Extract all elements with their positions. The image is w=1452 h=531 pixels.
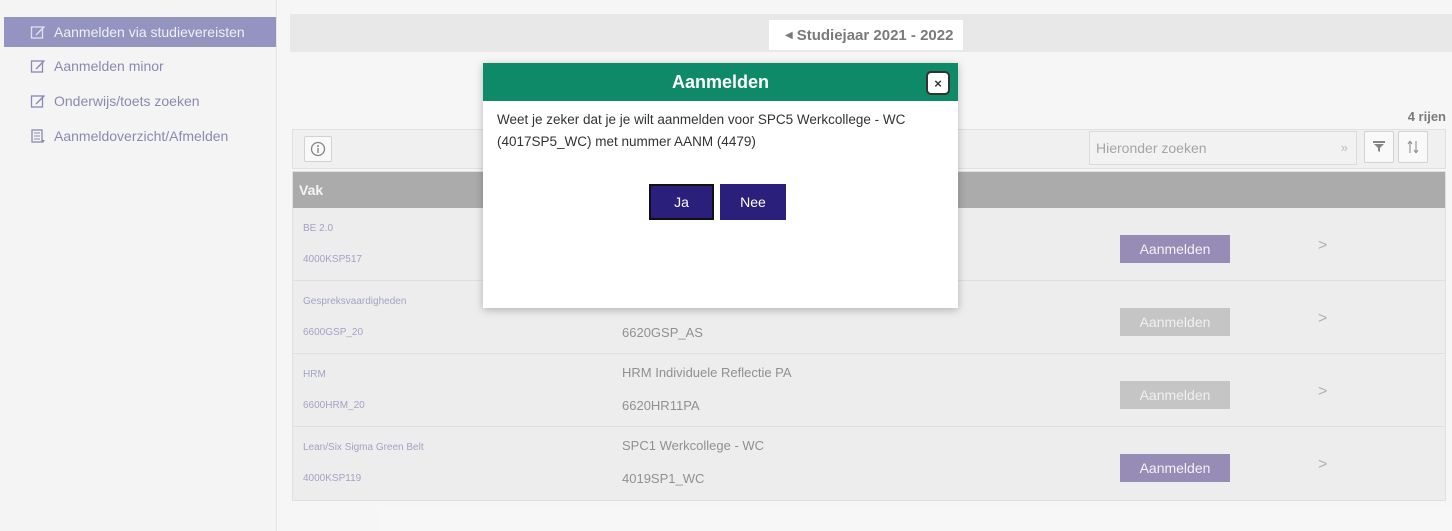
no-button[interactable]: Nee — [720, 184, 786, 220]
confirm-dialog: Aanmelden × Weet je zeker dat je je wilt… — [483, 63, 958, 308]
yes-button[interactable]: Ja — [649, 184, 714, 220]
dialog-message: Weet je zeker dat je je wilt aanmelden v… — [497, 112, 906, 149]
dialog-title: Aanmelden — [671, 71, 770, 92]
close-icon: × — [934, 75, 942, 91]
dialog-header: Aanmelden × — [483, 63, 958, 101]
close-button[interactable]: × — [926, 71, 950, 95]
